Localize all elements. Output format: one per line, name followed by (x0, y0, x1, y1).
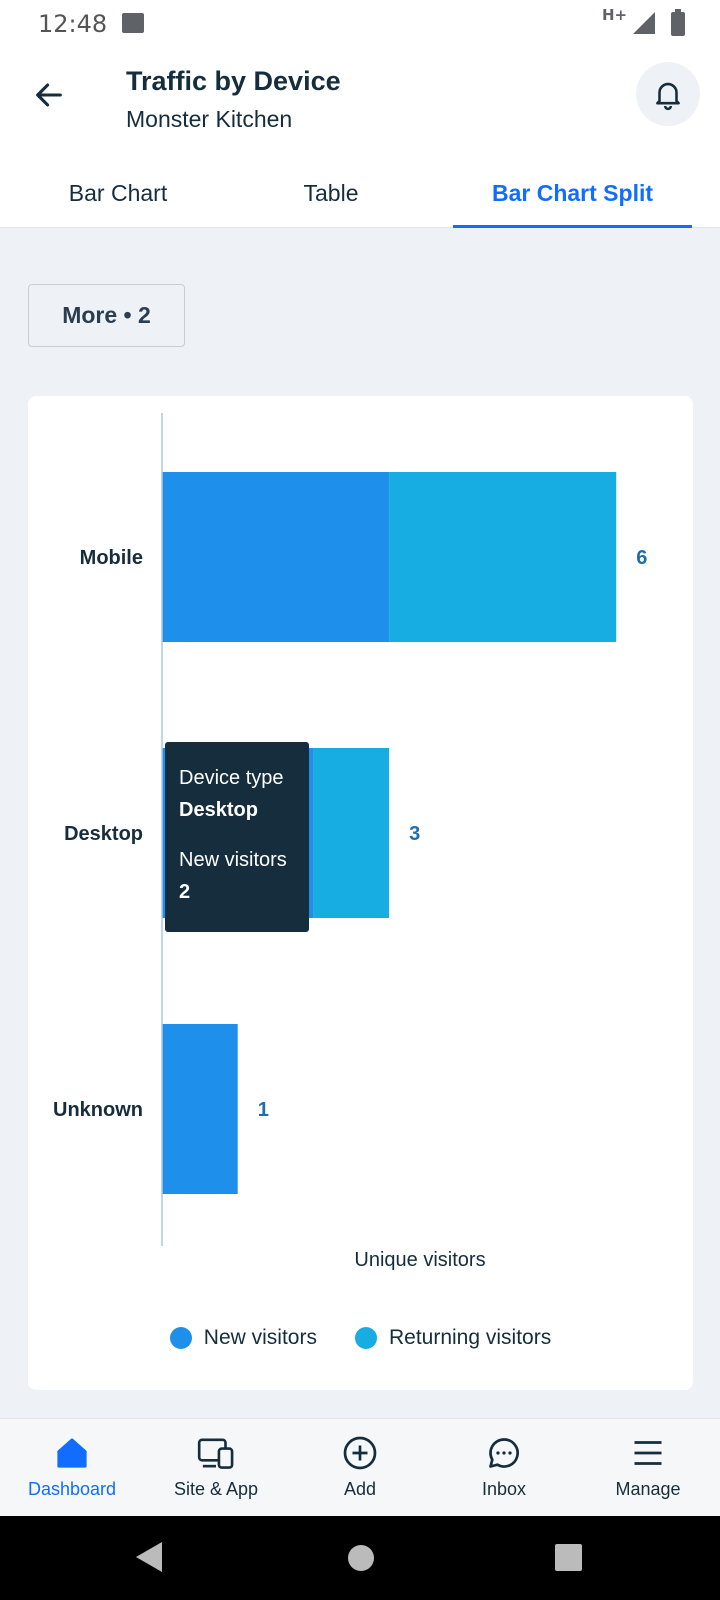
nav-add[interactable]: Add (288, 1419, 432, 1517)
system-home-button[interactable] (348, 1545, 374, 1571)
nav-inbox[interactable]: Inbox (432, 1419, 576, 1517)
page-subtitle: Monster Kitchen (126, 106, 293, 132)
tab-bar-chart-split[interactable]: Bar Chart Split (453, 158, 692, 228)
app-header: Traffic by Device Monster Kitchen Bar Ch… (0, 48, 720, 228)
status-indicators: H+ (602, 6, 686, 36)
bottom-navigation: Dashboard Site & App Add Inbox Manage (0, 1418, 720, 1516)
tooltip-value: 2 (179, 881, 191, 903)
nav-label: Site & App (173, 1479, 259, 1499)
system-recents-button[interactable] (555, 1544, 582, 1571)
signal-icon (633, 12, 656, 34)
back-button[interactable] (26, 72, 72, 118)
tab-table[interactable]: Table (236, 158, 426, 228)
view-tabs: Bar Chart Table Bar Chart Split (0, 158, 720, 228)
chart-legend: New visitors Returning visitors (28, 1326, 693, 1350)
nav-manage[interactable]: Manage (576, 1419, 720, 1517)
chat-bubble-icon (489, 1438, 519, 1468)
bell-icon (656, 82, 680, 111)
nav-label: Inbox (481, 1479, 527, 1499)
bar-mobile-series-1[interactable] (389, 472, 617, 642)
devices-icon (197, 1438, 234, 1469)
nav-label: Add (343, 1479, 377, 1499)
arrow-left-icon (36, 83, 62, 107)
category-label: Desktop (64, 823, 143, 845)
chart-tooltip: Device type Desktop New visitors 2 (165, 742, 309, 932)
status-bar: 12:48 H+ (0, 0, 720, 48)
total-label: 3 (409, 823, 420, 845)
notifications-button[interactable] (636, 62, 700, 126)
bar-unknown-series-0[interactable] (162, 1024, 238, 1194)
nav-dashboard[interactable]: Dashboard (0, 1419, 144, 1517)
plus-circle-icon (343, 1436, 377, 1470)
legend-item-new-visitors[interactable]: New visitors (169, 1326, 317, 1350)
stacked-bar-chart: Mobile 6 Desktop 3 Unknown 1 Unique visitors (53, 413, 647, 1271)
more-filters-button[interactable]: More • 2 (28, 284, 185, 347)
system-navigation-bar (0, 1516, 720, 1600)
active-tab-indicator (453, 225, 692, 228)
bar-desktop-series-1[interactable] (313, 748, 390, 918)
nav-label: Dashboard (27, 1479, 117, 1499)
tooltip-label: Device type (179, 767, 284, 789)
tooltip-value: Desktop (179, 799, 258, 821)
total-label: 1 (258, 1099, 269, 1121)
home-icon (57, 1438, 87, 1468)
page-title: Traffic by Device (126, 66, 341, 96)
battery-icon (671, 9, 686, 36)
status-time: 12:48 (38, 10, 108, 38)
bar-mobile-series-0[interactable] (162, 472, 390, 642)
x-axis-label: Unique visitors (354, 1249, 485, 1271)
tab-bar-chart[interactable]: Bar Chart (0, 158, 236, 228)
chart-card: Mobile 6 Desktop 3 Unknown 1 Unique visitors N… (28, 396, 693, 1390)
total-label: 6 (636, 547, 647, 569)
category-label: Mobile (80, 547, 143, 569)
nav-label: Manage (615, 1479, 681, 1499)
image-notification-icon (122, 13, 144, 33)
legend-label: New visitors (203, 1326, 317, 1349)
legend-label: Returning visitors (388, 1326, 552, 1349)
tooltip-label: New visitors (179, 849, 287, 871)
category-label: Unknown (53, 1099, 143, 1121)
menu-icon (634, 1441, 662, 1465)
legend-dot (169, 1327, 192, 1349)
legend-item-returning-visitors[interactable]: Returning visitors (354, 1326, 552, 1350)
network-type: H+ (602, 6, 628, 24)
nav-site-app[interactable]: Site & App (144, 1419, 288, 1517)
legend-dot (354, 1327, 377, 1349)
system-back-button[interactable] (136, 1542, 162, 1572)
